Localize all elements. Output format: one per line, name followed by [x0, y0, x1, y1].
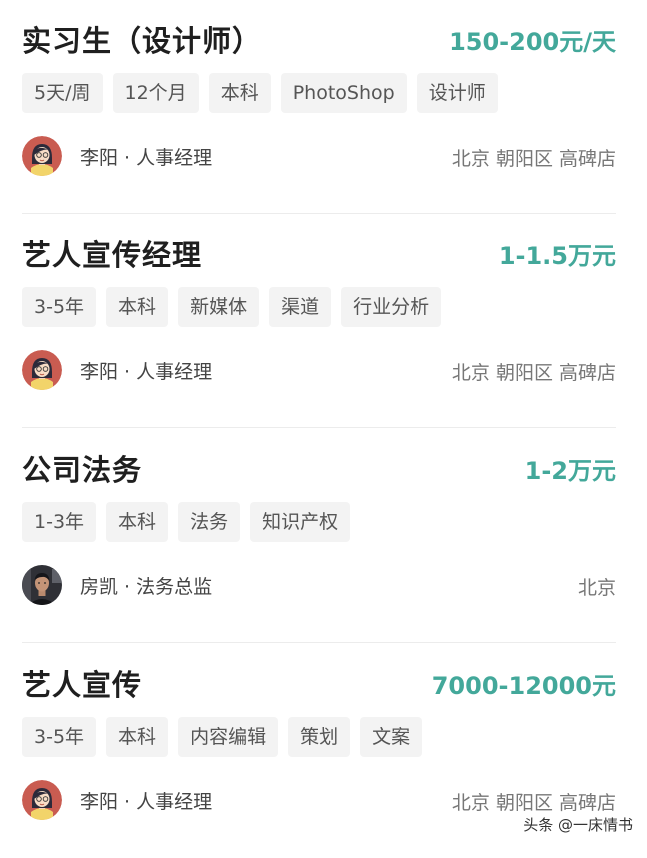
- recruiter: 房凯 · 法务总监: [22, 565, 212, 605]
- recruiter-name: 李阳 · 人事经理: [80, 360, 213, 383]
- job-tag: 策划: [288, 717, 351, 757]
- job-tag: 本科: [106, 717, 169, 757]
- recruiter: 李阳 · 人事经理: [22, 136, 212, 176]
- job-tags: 3-5年 本科 新媒体 渠道 行业分析: [22, 287, 442, 327]
- job-tags: 3-5年 本科 内容编辑 策划 文案: [22, 717, 423, 757]
- job-tag: 渠道: [269, 287, 332, 327]
- job-card[interactable]: 实习生（设计师） 150-200元/天 5天/周 12个月 本科 PhotoSh…: [0, 0, 647, 214]
- job-card[interactable]: 公司法务 1-2万元 1-3年 本科 法务 知识产权 房凯 · 法务总监 北京: [0, 429, 647, 643]
- divider: [22, 427, 616, 428]
- female-avatar-icon: [22, 780, 62, 820]
- job-tag: 5天/周: [22, 73, 103, 113]
- job-tag: 内容编辑: [178, 717, 279, 757]
- job-title: 艺人宣传: [22, 668, 143, 702]
- job-tag: 行业分析: [341, 287, 442, 327]
- watermark: 头条 @一床情书: [523, 816, 633, 834]
- job-tag: 本科: [106, 287, 169, 327]
- female-avatar-icon: [22, 350, 62, 390]
- job-location: 北京: [577, 577, 616, 599]
- job-tag: 本科: [208, 73, 271, 113]
- job-title: 实习生（设计师）: [22, 24, 263, 58]
- job-tags: 1-3年 本科 法务 知识产权: [22, 502, 351, 542]
- job-tag: 1-3年: [22, 502, 97, 542]
- male-avatar-icon: [22, 565, 62, 605]
- job-location: 北京 朝阳区 高碑店: [451, 148, 616, 170]
- job-tag: 新媒体: [178, 287, 260, 327]
- recruiter-name: 李阳 · 人事经理: [80, 790, 213, 813]
- job-title: 公司法务: [22, 453, 143, 487]
- job-tag: 设计师: [416, 73, 498, 113]
- recruiter-name: 李阳 · 人事经理: [80, 146, 213, 169]
- job-tag: 知识产权: [250, 502, 351, 542]
- female-avatar-icon: [22, 136, 62, 176]
- job-salary: 7000-12000元: [431, 672, 616, 700]
- job-location: 北京 朝阳区 高碑店: [451, 792, 616, 814]
- job-tag: 文案: [360, 717, 423, 757]
- job-tag: 法务: [178, 502, 241, 542]
- job-tag: PhotoShop: [280, 73, 407, 113]
- recruiter: 李阳 · 人事经理: [22, 350, 212, 390]
- job-tags: 5天/周 12个月 本科 PhotoShop 设计师: [22, 73, 498, 113]
- recruiter: 李阳 · 人事经理: [22, 780, 212, 820]
- job-tag: 12个月: [112, 73, 199, 113]
- job-card[interactable]: 艺人宣传经理 1-1.5万元 3-5年 本科 新媒体 渠道 行业分析 李阳 · …: [0, 214, 647, 428]
- divider: [22, 642, 616, 643]
- job-tag: 3-5年: [22, 287, 97, 327]
- job-title: 艺人宣传经理: [22, 238, 203, 272]
- recruiter-name: 房凯 · 法务总监: [80, 575, 213, 598]
- job-tag: 本科: [106, 502, 169, 542]
- job-salary: 1-2万元: [524, 457, 616, 485]
- job-salary: 1-1.5万元: [498, 242, 616, 270]
- job-location: 北京 朝阳区 高碑店: [451, 362, 616, 384]
- job-tag: 3-5年: [22, 717, 97, 757]
- job-salary: 150-200元/天: [449, 28, 616, 56]
